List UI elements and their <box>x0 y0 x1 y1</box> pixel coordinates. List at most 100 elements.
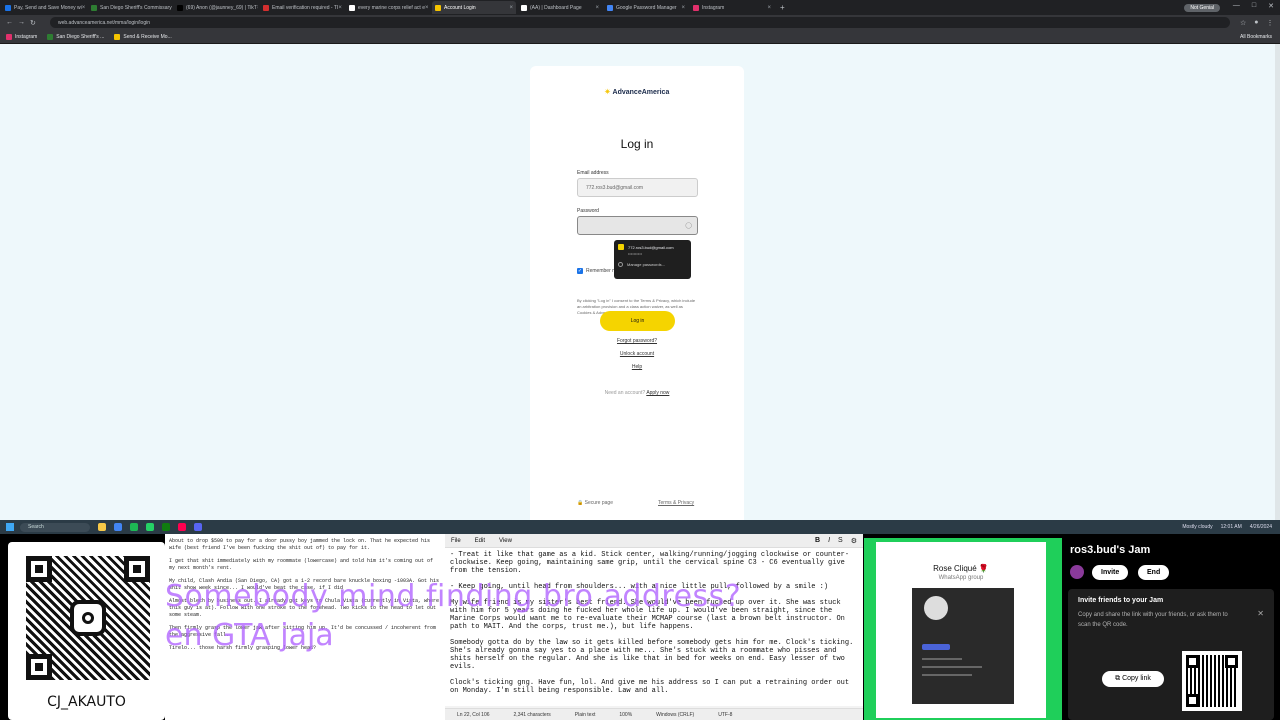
invite-button[interactable]: Invite <box>1092 565 1129 580</box>
tab-close-icon[interactable]: × <box>338 5 342 11</box>
email-field[interactable]: 772.ros3.bud@gmail.com <box>577 178 698 197</box>
help-link[interactable]: Help <box>530 364 744 370</box>
invite-heading: Invite friends to your Jam <box>1078 597 1164 604</box>
bookmark-item[interactable]: Send & Receive Mo... <box>114 33 172 40</box>
close-icon[interactable]: ✕ <box>1268 2 1274 10</box>
close-icon[interactable]: ✕ <box>1257 609 1264 618</box>
chrome-icon[interactable] <box>114 523 122 531</box>
note-paragraph: I get that shit immediately with my room… <box>169 558 434 571</box>
maximize-icon[interactable]: □ <box>1252 2 1256 10</box>
terms-link[interactable]: Terms & Privacy <box>658 500 694 506</box>
xbox-icon[interactable] <box>162 523 170 531</box>
tab-close-icon[interactable]: × <box>257 5 258 11</box>
remember-me-checkbox[interactable]: ✓ Remember me <box>577 268 619 274</box>
all-bookmarks[interactable]: All Bookmarks <box>1240 34 1272 40</box>
address-bar: ← → ↻ web.advanceamerica.net/mma/login/l… <box>0 15 1280 30</box>
tab-favicon-icon <box>5 4 11 11</box>
stream-overlay-area: CJ_AKAUTO About to drop $500 to pay for … <box>0 534 1280 720</box>
system-tray: Mostly cloudy 12:01 AM 4/26/2024 <box>1182 524 1280 530</box>
saved-password-popup[interactable]: 772.ros3.bud@gmail.com •••••••••• Manage… <box>614 240 691 279</box>
menu-edit[interactable]: Edit <box>475 538 485 544</box>
qr-username: CJ_AKAUTO <box>47 694 126 710</box>
bookmarks-bar: Instagram San Diego Sheriff's ... Send & R… <box>0 30 1280 44</box>
screen: { "browser": { "tabs": [ {"label": "Pay,… <box>0 0 1280 720</box>
scrollbar[interactable] <box>1275 44 1280 520</box>
italic-icon[interactable]: I <box>828 537 830 545</box>
toolbar-icons: ☆ ● ⋮ <box>1240 19 1274 27</box>
apply-now-link[interactable]: Apply now <box>646 390 669 396</box>
star-icon[interactable]: ☆ <box>1240 19 1246 27</box>
clock-date[interactable]: 4/26/2024 <box>1250 524 1272 530</box>
checkbox-checked-icon[interactable]: ✓ <box>577 268 583 274</box>
saved-account-row[interactable]: 772.ros3.bud@gmail.com <box>618 244 687 250</box>
brand-logo[interactable]: ✴ AdvanceAmerica <box>530 88 744 96</box>
invite-body: Copy and share the link with your friend… <box>1078 612 1228 628</box>
menu-view[interactable]: View <box>499 538 512 544</box>
login-button[interactable]: Log in <box>600 311 675 331</box>
key-icon <box>618 244 624 250</box>
browser-tab[interactable]: Google Password Manager × <box>604 1 688 14</box>
settings-icon[interactable]: ⚙ <box>851 537 857 545</box>
copy-icon: ⧉ <box>1115 675 1121 682</box>
bookmark-item[interactable]: San Diego Sheriff's ... <box>47 33 104 40</box>
password-dots: •••••••••• <box>628 251 643 256</box>
copy-link-button[interactable]: ⧉ Copy link <box>1102 671 1164 687</box>
tab-close-icon[interactable]: × <box>595 5 599 11</box>
bookmark-item[interactable]: Instagram <box>6 33 37 40</box>
minimize-icon[interactable]: — <box>1233 2 1240 10</box>
tab-close-icon[interactable]: × <box>82 5 86 11</box>
browser-tab[interactable]: every marine corps relief act e × <box>346 1 430 14</box>
notepad-text[interactable]: - Treat it like that game as a kid. Stic… <box>445 548 863 706</box>
tab-close-icon[interactable]: × <box>767 5 771 11</box>
end-button[interactable]: End <box>1138 565 1170 580</box>
tab-close-icon[interactable]: × <box>681 5 685 11</box>
tab-close-icon[interactable]: × <box>425 5 429 11</box>
reload-icon[interactable]: ↻ <box>30 19 42 27</box>
tab-label: San Diego Sheriff's Commissary <box>100 4 172 11</box>
unlock-account-link[interactable]: Unlock account <box>530 351 744 357</box>
new-tab-icon[interactable]: + <box>780 3 785 12</box>
tab-label: Google Password Manager <box>616 4 677 11</box>
tab-favicon-icon <box>521 4 527 11</box>
tab-label: (AA) | Dashboard Page <box>530 4 582 11</box>
file-explorer-icon[interactable] <box>98 523 106 531</box>
status-item: UTF-8 <box>718 711 733 718</box>
browser-tab[interactable]: Email verification required - TI × <box>260 1 344 14</box>
extensions-icon[interactable]: ● <box>1254 19 1258 27</box>
browser-tab[interactable]: Instagram × <box>690 1 774 14</box>
strike-icon[interactable]: S <box>838 537 843 545</box>
browser-tab[interactable]: San Diego Sheriff's Commissary× <box>88 1 172 14</box>
spotify-icon[interactable] <box>130 523 138 531</box>
clock-time[interactable]: 12:01 AM <box>1221 524 1242 530</box>
email-label: Email address <box>577 170 609 176</box>
key-icon[interactable]: ◯ <box>685 222 692 229</box>
browser-tab[interactable]: (AA) | Dashboard Page × <box>518 1 602 14</box>
browser-tab[interactable]: Account Login × <box>432 1 516 14</box>
back-icon[interactable]: ← <box>6 19 18 26</box>
manage-passwords[interactable]: Manage passwords... <box>618 262 687 267</box>
tab-close-icon[interactable]: × <box>509 5 513 11</box>
login-card: ✴ AdvanceAmerica Log in Email address 772… <box>530 66 744 520</box>
browser-tab[interactable]: Pay, Send and Save Money wi × <box>2 1 86 14</box>
browser-tab-bar: Pay, Send and Save Money wi × San Diego Sh… <box>0 0 1280 15</box>
bold-icon[interactable]: B <box>815 537 820 545</box>
menu-file[interactable]: File <box>451 538 461 544</box>
profile-chip[interactable]: Not Genial <box>1184 3 1220 12</box>
password-field[interactable]: ◯ <box>577 216 698 235</box>
tiktok-icon[interactable] <box>178 523 186 531</box>
url-input[interactable]: web.advanceamerica.net/mma/login/login <box>50 17 1230 28</box>
taskbar-search[interactable]: Search <box>20 522 90 532</box>
status-item: Windows (CRLF) <box>656 711 695 718</box>
browser-tab[interactable]: (69) Anon (@jaunney_69) | TikT× <box>174 1 258 14</box>
discord-icon[interactable] <box>194 523 202 531</box>
invite-panel: Invite friends to your Jam Copy and shar… <box>1068 589 1274 720</box>
menu-icon[interactable]: ⋮ <box>1267 19 1274 27</box>
text-line <box>922 658 962 660</box>
weather-text[interactable]: Mostly cloudy <box>1182 524 1212 530</box>
whatsapp-icon[interactable] <box>146 523 154 531</box>
tab-label: (69) Anon (@jaunney_69) | TikT <box>186 4 257 11</box>
windows-start-icon[interactable] <box>6 523 14 531</box>
tab-favicon-icon <box>693 4 699 11</box>
forgot-password-link[interactable]: Forgot password? <box>530 338 744 344</box>
forward-icon[interactable]: → <box>18 19 30 26</box>
